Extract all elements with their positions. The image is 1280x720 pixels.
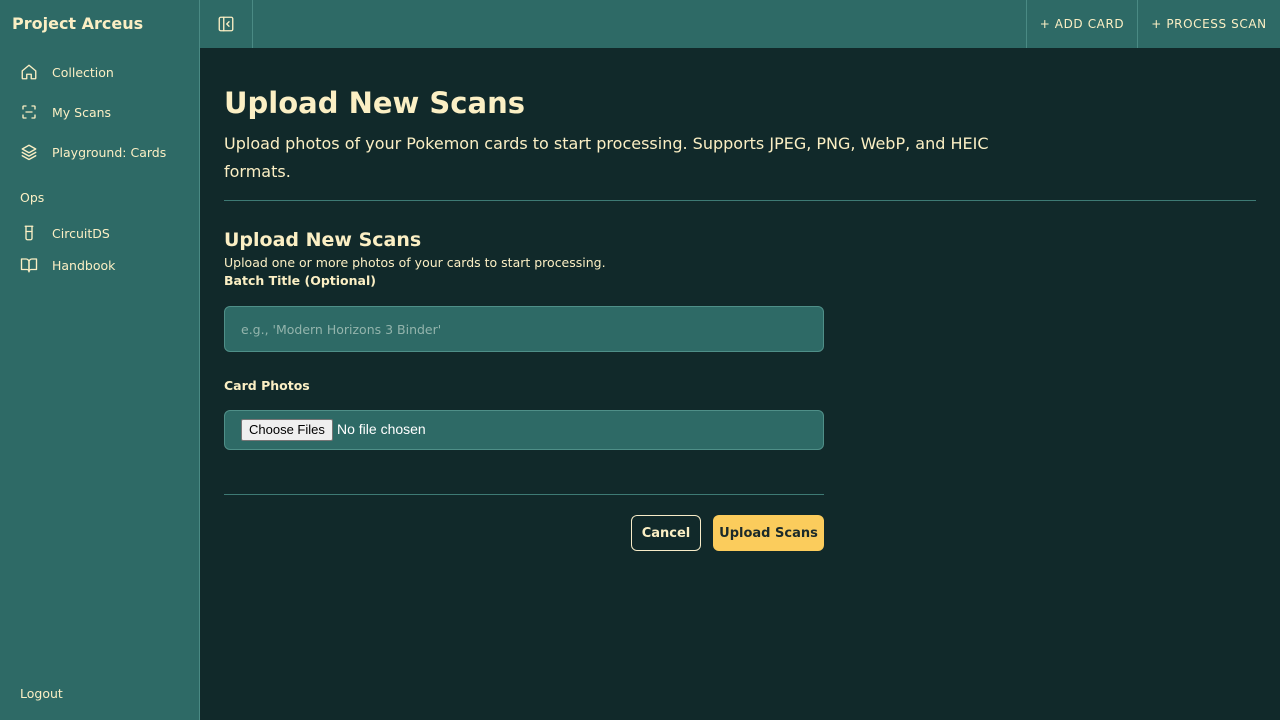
sidebar-item-collection[interactable]: Collection (20, 60, 114, 84)
batch-title-input[interactable] (224, 306, 824, 352)
logout-link[interactable]: Logout (20, 686, 63, 701)
sidebar-item-label: Collection (52, 64, 114, 80)
sidebar-item-my-scans[interactable]: My Scans (20, 100, 111, 124)
page-description: Upload photos of your Pokemon cards to s… (224, 134, 989, 181)
sidebar-item-handbook[interactable]: Handbook (20, 253, 115, 277)
sidebar-item-label: CircuitDS (52, 225, 110, 241)
sidebar-item-playground-cards[interactable]: Playground: Cards (20, 140, 166, 164)
sidebar-section-ops: Ops (20, 190, 45, 205)
sidebar-item-label: Playground: Cards (52, 144, 167, 160)
app-title[interactable]: Project Arceus (12, 14, 143, 33)
panel-collapse-icon (217, 15, 235, 33)
divider (224, 494, 824, 495)
sidebar-item-label: My Scans (52, 104, 112, 120)
layers-icon (20, 143, 38, 161)
form-description: Upload one or more photos of your cards … (224, 255, 606, 270)
card-photos-label: Card Photos (224, 378, 310, 393)
sidebar-toggle-button[interactable] (200, 0, 253, 48)
cancel-button[interactable]: Cancel (631, 515, 701, 551)
choose-files-button[interactable]: Choose Files (241, 419, 333, 441)
page-title: Upload New Scans (224, 86, 525, 120)
file-status: No file chosen (337, 421, 426, 437)
process-scan-button[interactable]: + PROCESS SCAN (1137, 0, 1280, 48)
sidebar-item-circuitds[interactable]: CircuitDS (20, 221, 110, 245)
sidebar-item-label: Handbook (52, 257, 116, 273)
scan-icon (20, 103, 38, 121)
add-card-button[interactable]: + ADD CARD (1026, 0, 1137, 48)
beaker-icon (20, 224, 38, 242)
upload-scans-button[interactable]: Upload Scans (713, 515, 824, 551)
card-photos-file-input[interactable]: Choose Files No file chosen (224, 410, 824, 450)
form-title: Upload New Scans (224, 229, 422, 251)
home-icon (20, 63, 38, 81)
top-bar: + ADD CARD + PROCESS SCAN (200, 0, 1280, 48)
batch-title-label: Batch Title (Optional) (224, 273, 376, 288)
divider (224, 200, 1256, 201)
sidebar: Project Arceus Collection My Scans Playg… (0, 0, 200, 720)
book-icon (20, 256, 38, 274)
